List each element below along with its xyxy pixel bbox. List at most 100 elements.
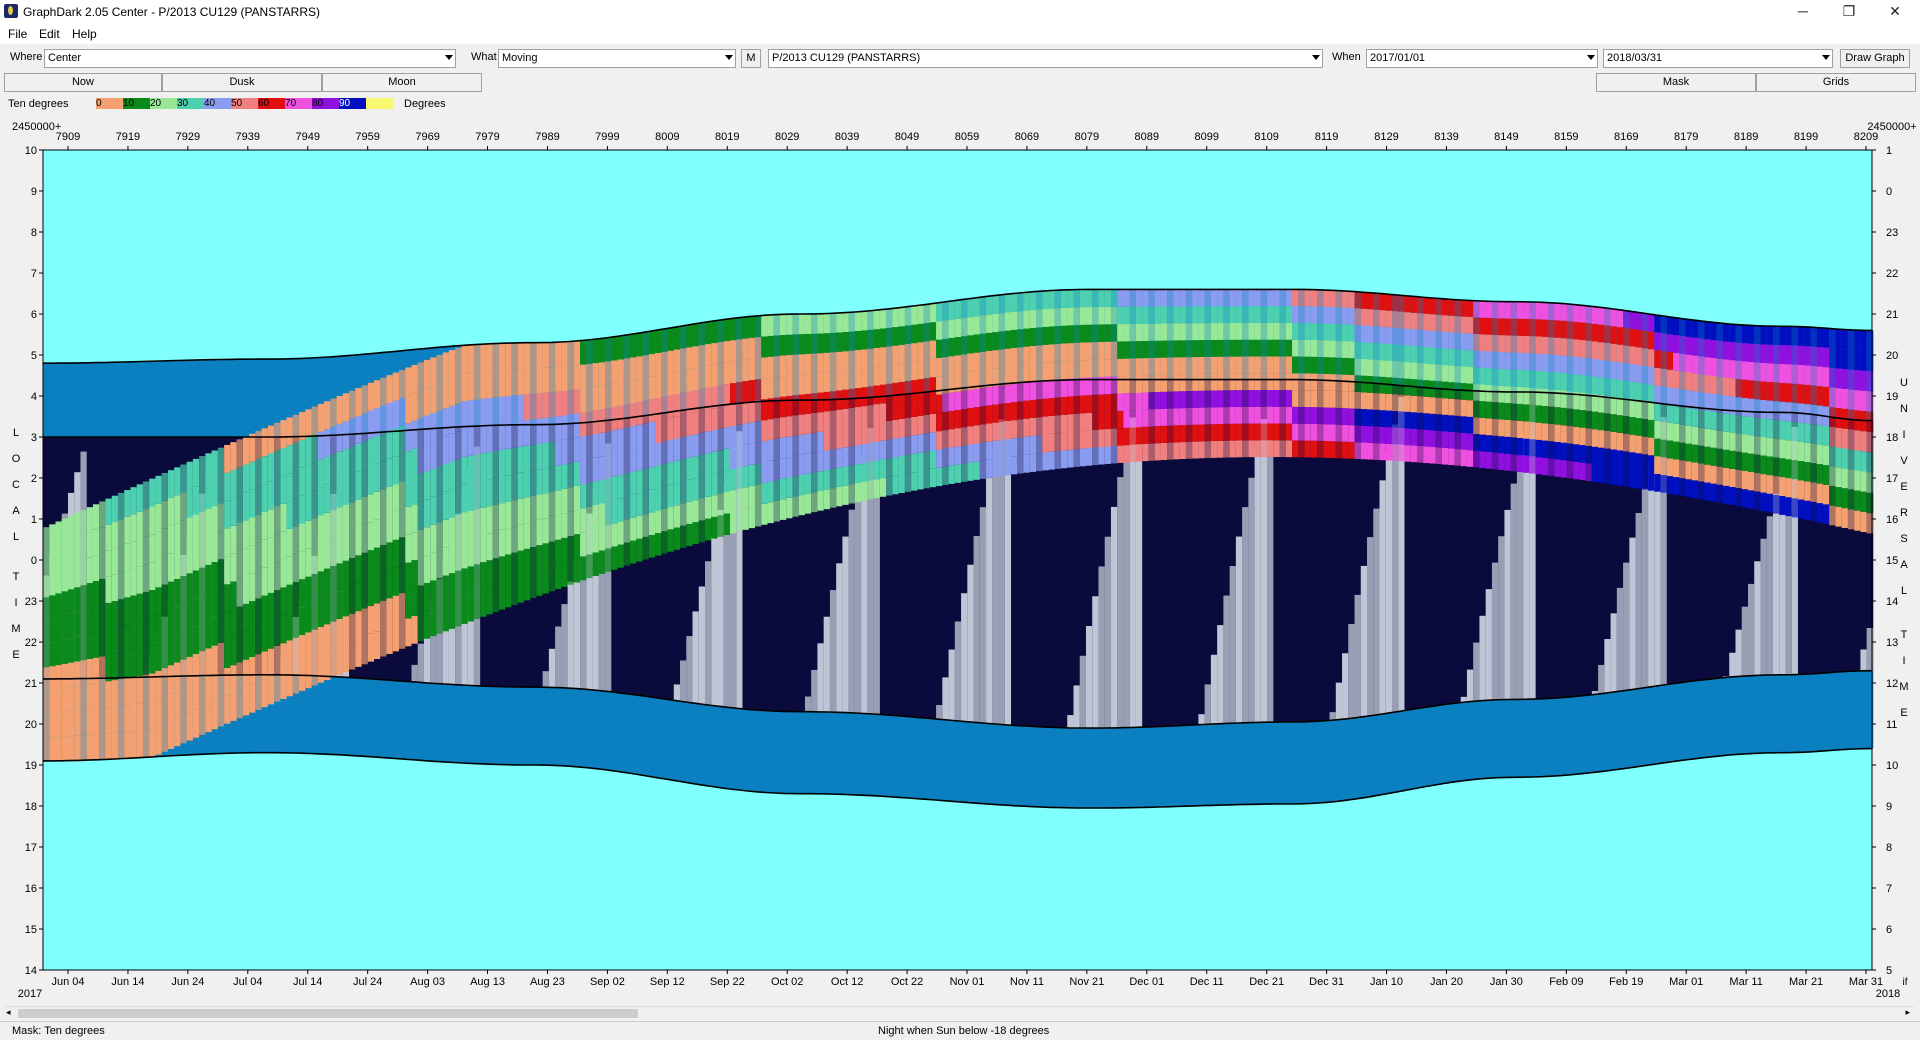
- twilight-evening: [1198, 724, 1206, 806]
- twilight-evening: [973, 722, 981, 803]
- twilight-evening: [680, 701, 687, 782]
- altitude-band: [67, 589, 75, 614]
- altitude-band: [1541, 388, 1549, 406]
- altitude-band: [105, 498, 113, 525]
- altitude-band: [961, 408, 968, 428]
- start-date-select[interactable]: 2017/01/01: [1366, 49, 1598, 68]
- altitude-band: [1160, 340, 1168, 358]
- altitude-band: [111, 627, 119, 654]
- altitude-band: [336, 563, 344, 592]
- altitude-band: [1635, 365, 1643, 383]
- altitude-band: [423, 527, 431, 556]
- altitude-band: [330, 538, 337, 566]
- altitude-band: [1235, 306, 1243, 323]
- moonlight-band: [942, 677, 949, 720]
- tab-dusk[interactable]: Dusk: [162, 73, 322, 92]
- altitude-band: [1235, 289, 1243, 307]
- twilight-evening: [1267, 722, 1274, 805]
- tab-moon[interactable]: Moon: [322, 73, 482, 92]
- altitude-band: [842, 312, 850, 333]
- altitude-band: [498, 476, 506, 504]
- menu-file[interactable]: File: [8, 27, 27, 41]
- menu-help[interactable]: Help: [72, 27, 97, 41]
- tab-now[interactable]: Now: [4, 73, 162, 92]
- minimize-button[interactable]: ─: [1780, 0, 1826, 24]
- right-axis-title-letter: E: [1900, 481, 1907, 493]
- object-select[interactable]: P/2013 CU129 (PANSTARRS): [768, 49, 1323, 68]
- altitude-band: [1004, 384, 1012, 403]
- altitude-band: [1566, 443, 1574, 461]
- altitude-band: [1610, 379, 1618, 397]
- altitude-band: [205, 648, 213, 677]
- altitude-band: [330, 454, 337, 483]
- altitude-band: [236, 522, 244, 551]
- moonlight-band: [1598, 664, 1605, 695]
- altitude-band: [967, 335, 974, 354]
- date-tick-label: Feb 09: [1549, 976, 1583, 988]
- altitude-band: [754, 421, 762, 443]
- altitude-band: [1797, 422, 1805, 442]
- close-button[interactable]: ✕: [1872, 0, 1918, 24]
- altitude-band: [898, 381, 906, 401]
- altitude-band: [1348, 441, 1355, 459]
- altitude-band: [1423, 363, 1430, 381]
- twilight-evening: [729, 707, 737, 789]
- altitude-band: [1342, 391, 1349, 409]
- twilight-evening: [1011, 725, 1018, 806]
- altitude-band: [1085, 412, 1093, 431]
- altitude-band: [1635, 382, 1643, 401]
- twilight-evening: [580, 688, 587, 768]
- altitude-band: [1735, 342, 1743, 361]
- altitude-band: [667, 462, 675, 485]
- altitude-band: [436, 354, 444, 383]
- altitude-band: [230, 525, 238, 554]
- altitude-band: [1466, 300, 1474, 317]
- altitude-band: [1679, 442, 1686, 461]
- menu-edit[interactable]: Edit: [39, 27, 60, 41]
- altitude-band: [1217, 356, 1224, 374]
- draw-graph-button[interactable]: Draw Graph: [1840, 49, 1910, 68]
- m-button[interactable]: M: [741, 49, 761, 68]
- altitude-band: [698, 476, 706, 499]
- altitude-band: [105, 707, 113, 734]
- twilight-evening: [1379, 714, 1387, 796]
- altitude-band: [1591, 306, 1599, 324]
- altitude-band: [1129, 375, 1137, 393]
- altitude-band: [817, 353, 825, 373]
- altitude-band: [180, 687, 188, 716]
- altitude-band: [1404, 428, 1412, 446]
- twilight-evening: [1060, 727, 1068, 808]
- tab-grids[interactable]: Grids: [1756, 73, 1916, 92]
- altitude-band: [1235, 423, 1243, 441]
- where-select[interactable]: Center: [44, 49, 456, 68]
- scrollbar-thumb[interactable]: [18, 1009, 638, 1018]
- altitude-band: [1273, 339, 1280, 357]
- scroll-left-icon[interactable]: ◂: [6, 1007, 11, 1018]
- altitude-band: [867, 405, 875, 425]
- altitude-band: [367, 605, 375, 634]
- date-tick-label: Dec 31: [1309, 976, 1344, 988]
- altitude-band: [1267, 339, 1274, 357]
- altitude-band: [686, 413, 693, 436]
- altitude-band: [892, 419, 900, 439]
- horizontal-scrollbar[interactable]: ◂ ▸: [4, 1006, 1914, 1020]
- date-tick-label: Jul 24: [353, 976, 382, 988]
- twilight-evening: [886, 714, 893, 797]
- scroll-right-icon[interactable]: ▸: [1905, 1007, 1910, 1018]
- altitude-band: [936, 394, 943, 413]
- end-date-select[interactable]: 2018/03/31: [1603, 49, 1833, 68]
- altitude-band: [1148, 392, 1156, 410]
- altitude-band: [1011, 347, 1018, 367]
- altitude-band: [1054, 415, 1062, 434]
- restore-button[interactable]: ❐: [1826, 0, 1872, 24]
- tab-mask[interactable]: Mask: [1596, 73, 1756, 92]
- altitude-band: [1036, 309, 1043, 328]
- altitude-band: [605, 525, 612, 549]
- altitude-band: [555, 342, 562, 367]
- what-select[interactable]: Moving: [498, 49, 736, 68]
- altitude-band: [324, 568, 331, 597]
- moonlight-band: [954, 621, 962, 721]
- altitude-band: [1304, 339, 1312, 357]
- altitude-band: [211, 701, 219, 730]
- altitude-band: [1723, 341, 1730, 360]
